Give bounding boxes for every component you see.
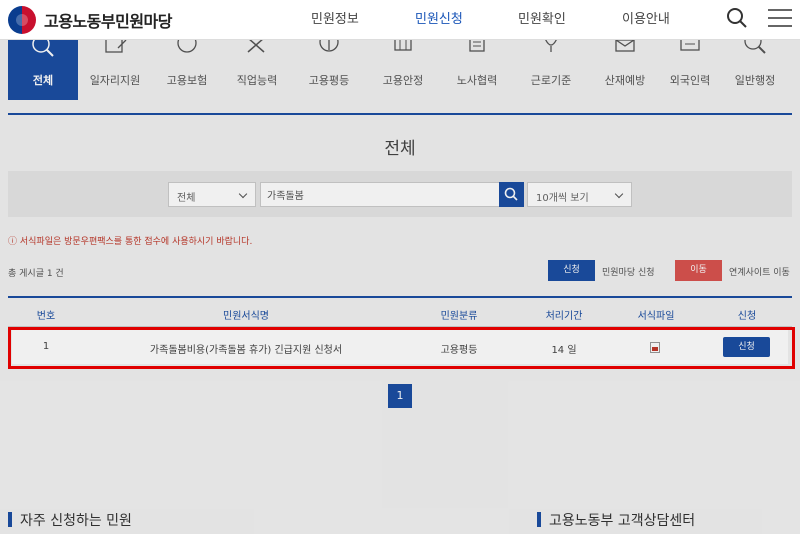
search-submit-button[interactable] (499, 182, 524, 207)
tab-employment-equality[interactable]: 고용평등 (292, 40, 366, 100)
tab-label: 직업능력 (236, 74, 278, 87)
tab-foreign-workforce[interactable]: 외국인력 (662, 40, 718, 100)
col-header-name: 민원서식명 (223, 311, 269, 322)
col-header-file: 서식파일 (637, 311, 675, 322)
tab-vocational-skills[interactable]: 직업능력 (222, 40, 292, 100)
legend-move-badge: 이동 (675, 260, 722, 281)
legend-move-text: 연계사이트 이동 (729, 268, 790, 278)
tab-label: 일자리지원 (89, 74, 141, 87)
nav-item-guide[interactable]: 이용안내 (622, 8, 670, 27)
nav-item-check[interactable]: 민원확인 (518, 8, 566, 27)
tab-label: 노사협력 (456, 74, 498, 87)
tab-labor-cooperation[interactable]: 노사협력 (440, 40, 514, 100)
page-title: 전체 (384, 139, 416, 159)
tab-label: 산재예방 (604, 74, 646, 87)
scope-select[interactable]: 전체 (168, 182, 256, 207)
magnifier-icon (744, 40, 766, 54)
search-icon (504, 187, 518, 201)
notice-text: ⓘ 서식파일은 방문우편팩스를 통한 접수에 사용하시기 바랍니다. (8, 237, 253, 247)
balance-icon (319, 40, 339, 52)
tab-label: 근로기준 (530, 74, 572, 87)
tab-label: 고용평등 (308, 74, 350, 87)
envelope-icon (615, 40, 635, 52)
col-header-apply: 신청 (737, 311, 757, 322)
chevron-down-icon (238, 189, 248, 199)
nav-item-info[interactable]: 민원정보 (311, 8, 359, 27)
tab-accident-prevention[interactable]: 산재예방 (588, 40, 662, 100)
tab-employment-stability[interactable]: 고용안정 (366, 40, 440, 100)
page-size-select[interactable]: 10개씩 보기 (527, 182, 632, 207)
building-icon (394, 40, 412, 51)
global-nav: 민원정보 민원신청 민원확인 이용안내 (0, 8, 800, 28)
pagination-page-1[interactable]: 1 (388, 384, 412, 408)
site-header: 고용노동부민원마당 민원정보 민원신청 민원확인 이용안내 (0, 0, 800, 40)
gear-icon (177, 40, 197, 53)
tab-label: 전체 (32, 74, 54, 87)
document-lines-icon (469, 40, 485, 52)
chevron-down-icon (614, 189, 624, 199)
tab-job-support[interactable]: 일자리지원 (78, 40, 152, 100)
tab-labor-standards[interactable]: 근로기준 (514, 40, 588, 100)
search-bar: 전체 10개씩 보기 (8, 171, 792, 217)
tab-all[interactable]: 전체 (8, 40, 78, 100)
total-count: 총 게시글 1 건 (8, 269, 64, 279)
row-highlight-box (8, 327, 795, 369)
tab-label: 고용보험 (166, 74, 208, 87)
legend-apply-badge: 신청 (548, 260, 595, 281)
col-header-no: 번호 (36, 311, 56, 322)
page-size-select-value: 10개씩 보기 (536, 193, 589, 204)
nav-item-apply[interactable]: 민원신청 (415, 8, 463, 27)
tools-icon (247, 40, 265, 53)
id-card-icon (680, 40, 700, 51)
shield-icon (545, 40, 557, 52)
table-top-rule (8, 296, 792, 298)
legend-apply-text: 민원마당 신청 (602, 268, 655, 278)
document-pen-icon (105, 40, 127, 53)
tab-label: 고용안정 (382, 74, 424, 87)
tab-general-admin[interactable]: 일반행정 (718, 40, 792, 100)
scope-select-value: 전체 (177, 193, 196, 204)
col-header-period: 처리기간 (545, 311, 583, 322)
tab-label: 외국인력 (669, 74, 711, 87)
section-title-center: 고용노동부 고객상담센터 (537, 510, 695, 530)
section-title-frequent: 자주 신청하는 민원 (8, 510, 132, 530)
keyword-input[interactable] (260, 182, 500, 207)
search-icon[interactable] (725, 6, 749, 30)
magnifier-doc-icon (32, 40, 54, 57)
tab-label: 일반행정 (734, 74, 776, 87)
col-header-category: 민원분류 (440, 311, 478, 322)
hamburger-menu-icon[interactable] (766, 6, 794, 30)
tab-employment-insurance[interactable]: 고용보험 (152, 40, 222, 100)
divider (8, 113, 792, 115)
category-tabs: 전체 일자리지원 고용보험 직업능력 고용평등 고용안정 노사협력 근로기준 산… (8, 40, 792, 100)
